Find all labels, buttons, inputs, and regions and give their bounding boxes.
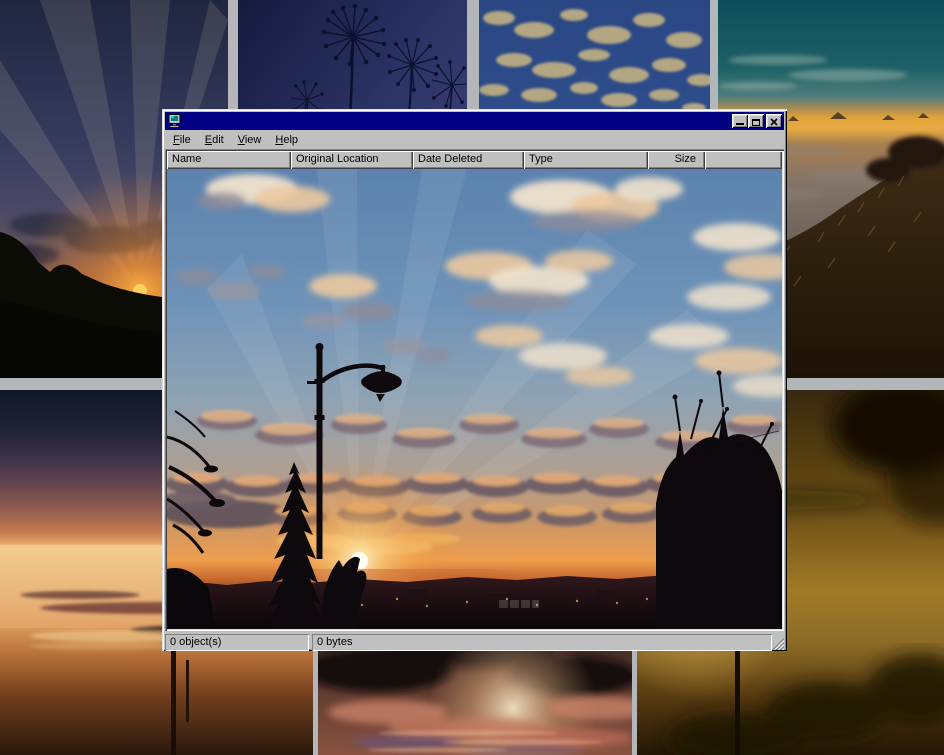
maximize-icon xyxy=(752,119,760,126)
status-bar: 0 object(s) 0 bytes xyxy=(165,631,784,651)
column-header-name[interactable]: Name xyxy=(167,151,291,169)
close-icon xyxy=(770,118,778,126)
minimize-button[interactable] xyxy=(732,114,748,128)
column-header-filler xyxy=(705,151,782,169)
title-bar[interactable] xyxy=(165,112,784,130)
status-object-count: 0 object(s) xyxy=(165,634,309,651)
menu-view[interactable]: View xyxy=(231,132,269,148)
menu-help[interactable]: Help xyxy=(268,132,305,148)
close-button[interactable] xyxy=(766,114,782,128)
column-header-date-deleted[interactable]: Date Deleted xyxy=(413,151,524,169)
file-list-view: Name Original Location Date Deleted Type… xyxy=(165,149,784,631)
column-header-type[interactable]: Type xyxy=(524,151,648,169)
resize-grip[interactable] xyxy=(771,637,784,650)
list-body-sunset-photo[interactable] xyxy=(167,169,782,629)
recycle-bin-window: File Edit View Help Name Original Locati… xyxy=(162,109,787,651)
column-header-size[interactable]: Size xyxy=(648,151,705,169)
window-controls xyxy=(732,114,782,128)
minimize-icon xyxy=(736,123,744,125)
menu-edit[interactable]: Edit xyxy=(198,132,231,148)
photo-watermark xyxy=(499,600,539,608)
maximize-button[interactable] xyxy=(748,114,764,128)
column-header-row: Name Original Location Date Deleted Type… xyxy=(167,151,782,169)
menu-file[interactable]: File xyxy=(166,132,198,148)
desktop: { "wallpaper": { "gap_color": "#b4b7ba",… xyxy=(0,0,944,755)
menu-bar: File Edit View Help xyxy=(165,130,784,149)
computer-icon xyxy=(167,114,183,128)
column-header-original-location[interactable]: Original Location xyxy=(291,151,413,169)
status-size: 0 bytes xyxy=(312,634,772,651)
